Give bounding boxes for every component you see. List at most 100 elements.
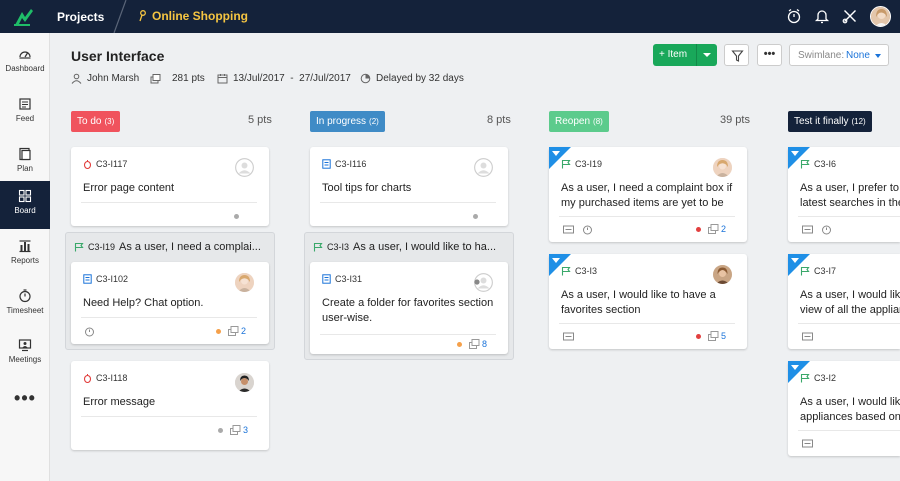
story-card[interactable]: C3-I2 As a user, I would like appliances… <box>788 361 900 456</box>
unassigned-avatar[interactable] <box>474 273 493 292</box>
card-id-text: C3-I31 <box>335 274 363 284</box>
column-points: 5 pts <box>248 114 272 126</box>
story-flag-icon <box>800 159 810 169</box>
board-card-icon[interactable] <box>802 438 813 449</box>
column-badge-reopen[interactable]: Reopen (8) <box>549 111 609 132</box>
swimlane-select[interactable]: Swimlane: None <box>789 44 889 66</box>
card-title: Need Help? Chat option. <box>83 297 204 309</box>
story-card[interactable]: C3-I3 As a user, I would like to have a … <box>549 254 747 349</box>
plan-icon <box>19 147 31 161</box>
person-placeholder-icon <box>474 273 493 292</box>
card-divider <box>559 323 735 324</box>
board-card-icon[interactable] <box>802 224 813 235</box>
chevron-down-icon <box>875 54 881 58</box>
timer-icon[interactable] <box>786 8 802 24</box>
sidebar-item-dashboard[interactable]: Dashboard <box>0 39 50 87</box>
top-bar: Projects Online Shopping <box>0 0 900 33</box>
board-card-icon[interactable] <box>563 224 574 235</box>
sidebar-item-board[interactable]: Board <box>0 181 50 229</box>
chevron-down-icon[interactable] <box>791 151 799 156</box>
delay-clock-icon <box>360 73 371 84</box>
sidebar-item-feed[interactable]: Feed <box>0 89 50 137</box>
board-card-icon[interactable] <box>802 331 813 342</box>
card-title: Tool tips for charts <box>322 182 412 194</box>
chevron-down-icon[interactable] <box>552 258 560 263</box>
filter-button[interactable] <box>724 44 749 66</box>
add-item-button[interactable]: + Item <box>653 44 717 66</box>
settings-tools-icon[interactable] <box>842 8 858 24</box>
column-badge-in-progress[interactable]: In progress (2) <box>310 111 385 132</box>
card-title-line: Create a folder for favorites section <box>322 297 494 309</box>
assignee-avatar[interactable] <box>713 265 732 284</box>
swimlane-label: Swimlane: <box>798 50 845 61</box>
card-id-text: C3-I19 <box>575 159 603 169</box>
group-title-text: As a user, I need a complai... <box>119 241 261 253</box>
board-card-icon[interactable] <box>563 331 574 342</box>
timer-icon[interactable] <box>821 224 832 235</box>
assignee-avatar[interactable] <box>235 373 254 392</box>
sidebar-item-reports[interactable]: Reports <box>0 231 50 279</box>
card-title-line: As a user, I prefer to li <box>800 182 900 194</box>
sidebar-item-label: Reports <box>10 256 39 265</box>
task-card[interactable]: C3-I118 Error message 3 <box>71 361 269 450</box>
subtask-count[interactable]: 3 <box>230 425 248 435</box>
project-switcher[interactable]: Online Shopping <box>138 9 248 23</box>
story-card[interactable]: C3-I7 As a user, I would like view of al… <box>788 254 900 349</box>
column-badge-test-it-finally[interactable]: Test it finally (12) <box>788 111 872 132</box>
story-card[interactable]: C3-I19 As a user, I need a complaint box… <box>549 147 747 242</box>
card-title-line: As a user, I need a complaint box if <box>561 182 733 194</box>
chevron-down-icon[interactable] <box>703 53 711 57</box>
assignee-avatar[interactable] <box>235 273 254 292</box>
timesheet-icon <box>19 289 31 303</box>
card-title-line: latest searches in the <box>800 197 900 209</box>
priority-dot <box>457 342 462 347</box>
points-stack-icon <box>708 331 719 341</box>
task-card[interactable]: C3-I117 Error page content <box>71 147 269 226</box>
add-item-label: + Item <box>659 49 688 60</box>
timer-icon[interactable] <box>582 224 593 235</box>
bug-icon <box>83 160 92 169</box>
column-count: (2) <box>369 117 379 126</box>
subtask-count[interactable]: 5 <box>708 331 726 341</box>
projects-link[interactable]: Projects <box>57 10 104 24</box>
card-title: Error page content <box>83 182 175 194</box>
owner-info: John Marsh <box>71 73 139 84</box>
subtask-count[interactable]: 8 <box>469 339 487 349</box>
subtask-count[interactable]: 2 <box>708 224 726 234</box>
sidebar-item-timesheet[interactable]: Timesheet <box>0 281 50 329</box>
timer-icon[interactable] <box>84 326 95 337</box>
subtask-count[interactable]: 2 <box>228 326 246 336</box>
task-card[interactable]: C3-I31 Create a folder for favorites sec… <box>310 262 508 354</box>
assignee-avatar[interactable] <box>713 158 732 177</box>
card-title: As a user, I prefer to li latest searche… <box>800 181 900 211</box>
story-card[interactable]: C3-I6 As a user, I prefer to li latest s… <box>788 147 900 242</box>
subtask-count-text: 3 <box>243 425 249 435</box>
card-id: C3-I19 <box>561 159 602 169</box>
more-options-button[interactable]: ••• <box>757 44 782 66</box>
chevron-down-icon[interactable] <box>791 258 799 263</box>
sidebar-more-button[interactable]: ••• <box>0 388 50 409</box>
task-card[interactable]: C3-I102 Need Help? Chat option. 2 <box>71 262 269 344</box>
card-title: Error message <box>83 396 156 408</box>
bug-icon <box>83 374 92 383</box>
calendar-icon <box>217 74 228 84</box>
user-avatar[interactable] <box>870 6 891 27</box>
chevron-down-icon[interactable] <box>791 365 799 370</box>
card-divider <box>81 202 257 203</box>
sidebar-item-plan[interactable]: Plan <box>0 139 50 187</box>
card-id: C3-I3 <box>561 266 597 276</box>
app-logo-icon[interactable] <box>13 6 35 28</box>
unassigned-avatar[interactable] <box>235 158 254 177</box>
column-badge-todo[interactable]: To do (3) <box>71 111 121 132</box>
bell-icon[interactable] <box>814 8 830 24</box>
unassigned-avatar[interactable] <box>474 158 493 177</box>
filter-icon <box>731 50 744 62</box>
sidebar-item-meetings[interactable]: Meetings <box>0 330 50 378</box>
column-name: In progress <box>316 116 367 127</box>
chevron-down-icon[interactable] <box>552 151 560 156</box>
task-card[interactable]: C3-I116 Tool tips for charts <box>310 147 508 226</box>
meetings-icon <box>18 339 32 352</box>
card-id-text: C3-I117 <box>96 159 128 169</box>
card-id: C3-I116 <box>322 159 366 169</box>
group-title-text: As a user, I would like to ha... <box>353 241 497 253</box>
